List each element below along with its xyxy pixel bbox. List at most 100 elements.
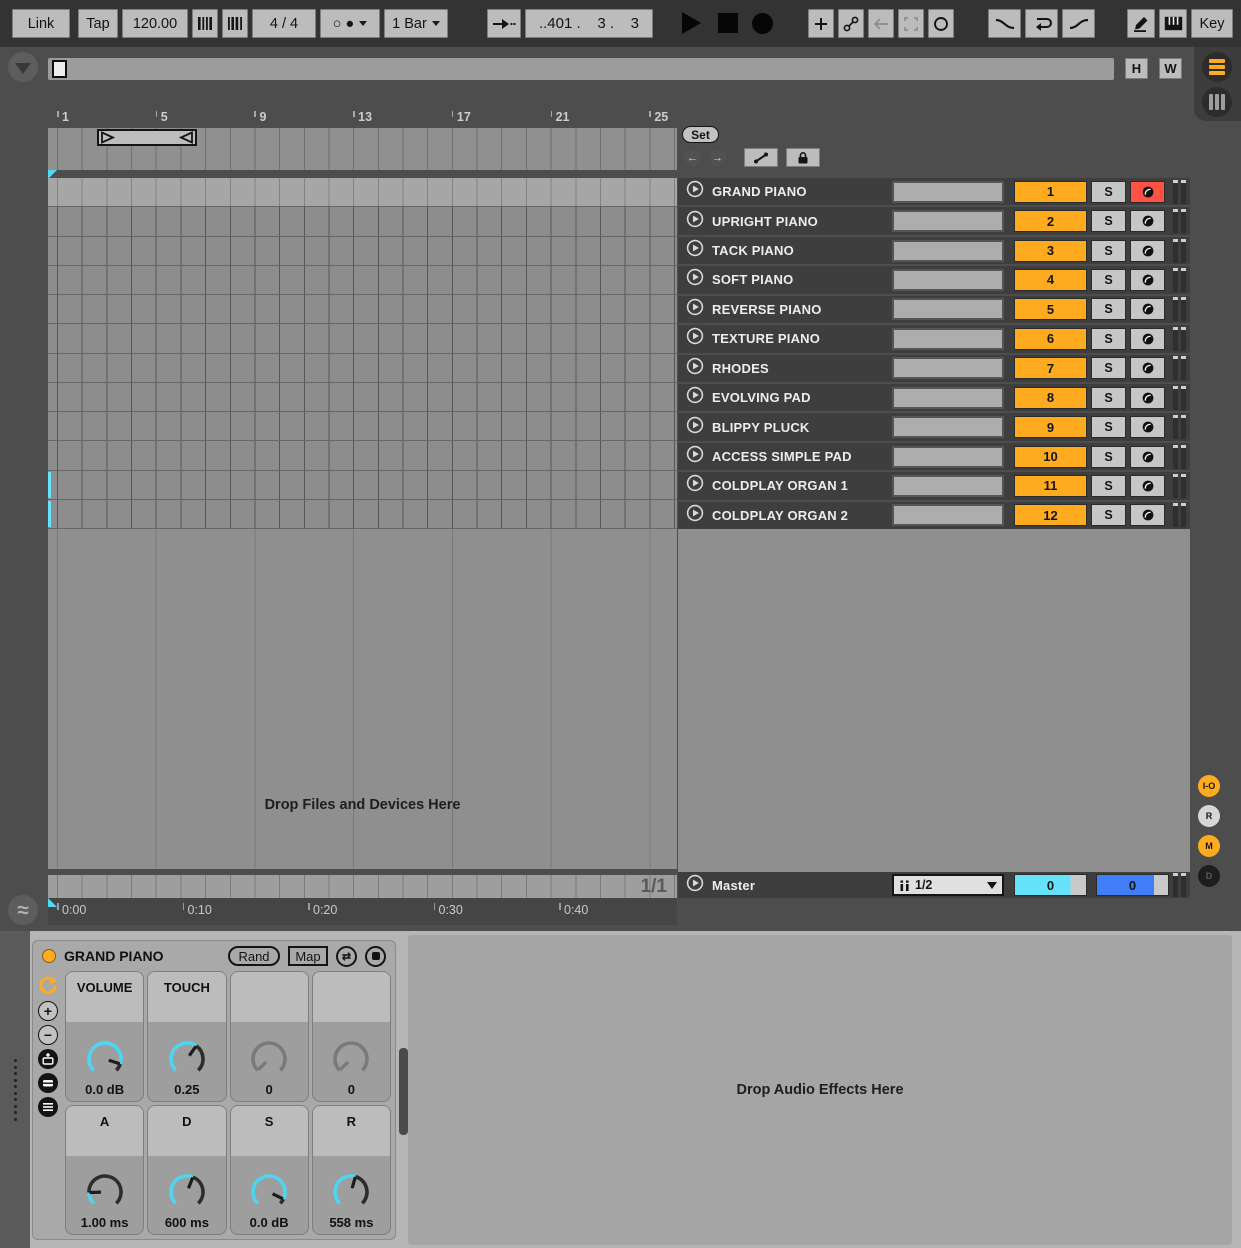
- track-volume-slider[interactable]: [892, 210, 1004, 232]
- track-solo-button[interactable]: S: [1091, 357, 1126, 379]
- track-name-area[interactable]: GRAND PIANO: [678, 178, 888, 205]
- knob-dial-icon[interactable]: [157, 1036, 217, 1082]
- mixer-toggle-d[interactable]: D: [1198, 865, 1220, 887]
- track-headers-empty-area[interactable]: [678, 529, 1190, 872]
- punch-in-button[interactable]: [988, 9, 1021, 38]
- track-header[interactable]: COLDPLAY ORGAN 2 12 S: [678, 502, 1190, 529]
- master-pan-field[interactable]: 0: [1014, 874, 1087, 896]
- arrangement-track-lane[interactable]: [48, 412, 677, 441]
- knob-dial-icon[interactable]: [157, 1169, 217, 1215]
- track-fold-icon[interactable]: [686, 268, 704, 291]
- knob-dial-icon[interactable]: [321, 1036, 381, 1082]
- track-name-area[interactable]: COLDPLAY ORGAN 2: [678, 502, 888, 529]
- arrangement-track-lane[interactable]: [48, 354, 677, 383]
- device-activator-led[interactable]: [42, 949, 56, 963]
- nudge-up-button[interactable]: [222, 9, 248, 38]
- lock-envelopes-button[interactable]: [786, 148, 820, 167]
- track-name-area[interactable]: TACK PIANO: [678, 237, 888, 264]
- nudge-down-button[interactable]: [192, 9, 218, 38]
- track-name-area[interactable]: ACCESS SIMPLE PAD: [678, 443, 888, 470]
- optimize-height-button[interactable]: H: [1125, 58, 1148, 79]
- save-preset-button[interactable]: [365, 946, 386, 967]
- mixer-toggle-r[interactable]: R: [1198, 805, 1220, 827]
- track-activator-button[interactable]: 2: [1014, 210, 1087, 232]
- track-arm-button[interactable]: [1130, 269, 1165, 291]
- scrub-area[interactable]: [48, 128, 677, 170]
- prev-locator-button[interactable]: ←: [684, 149, 701, 166]
- clip-overview-button[interactable]: ≈: [8, 895, 38, 925]
- track-fold-icon[interactable]: [686, 327, 704, 350]
- randomize-button[interactable]: Rand: [228, 946, 280, 966]
- track-volume-slider[interactable]: [892, 387, 1004, 409]
- macro-variations-icon[interactable]: [37, 975, 59, 997]
- track-fold-icon[interactable]: [686, 504, 704, 527]
- track-header[interactable]: EVOLVING PAD 8 S: [678, 384, 1190, 411]
- remove-macro-button[interactable]: −: [38, 1025, 58, 1045]
- macro-knob[interactable]: D 600 ms: [147, 1105, 226, 1236]
- knob-dial-icon[interactable]: [75, 1036, 135, 1082]
- arrangement-track-lane[interactable]: [48, 500, 677, 529]
- track-header[interactable]: REVERSE PIANO 5 S: [678, 296, 1190, 323]
- new-button[interactable]: [808, 9, 834, 38]
- track-activator-button[interactable]: 5: [1014, 298, 1087, 320]
- knob-dial-icon[interactable]: [75, 1169, 135, 1215]
- track-solo-button[interactable]: S: [1091, 475, 1126, 497]
- track-arm-button[interactable]: [1130, 240, 1165, 262]
- macro-knob[interactable]: 0: [312, 971, 391, 1102]
- follow-button[interactable]: [487, 9, 521, 38]
- overwrite-snapshot-button[interactable]: [38, 1073, 58, 1093]
- close-arrangement-overview-button[interactable]: [8, 52, 38, 82]
- track-header[interactable]: TEXTURE PIANO 6 S: [678, 325, 1190, 352]
- track-fold-icon[interactable]: [686, 874, 704, 897]
- clip[interactable]: [48, 472, 51, 498]
- track-activator-button[interactable]: 3: [1014, 240, 1087, 262]
- knob-dial-icon[interactable]: [239, 1036, 299, 1082]
- track-header[interactable]: TACK PIANO 3 S: [678, 237, 1190, 264]
- track-fold-icon[interactable]: [686, 416, 704, 439]
- track-header[interactable]: RHODES 7 S: [678, 355, 1190, 382]
- add-macro-button[interactable]: +: [38, 1001, 58, 1021]
- punch-out-button[interactable]: [1062, 9, 1095, 38]
- track-activator-button[interactable]: 11: [1014, 475, 1087, 497]
- next-locator-button[interactable]: →: [709, 149, 726, 166]
- track-fold-icon[interactable]: [686, 357, 704, 380]
- optimize-width-button[interactable]: W: [1159, 58, 1182, 79]
- track-solo-button[interactable]: S: [1091, 416, 1126, 438]
- track-activator-button[interactable]: 8: [1014, 387, 1087, 409]
- macro-knob[interactable]: TOUCH 0.25: [147, 971, 226, 1102]
- re-enable-automation-button[interactable]: [868, 9, 894, 38]
- track-activator-button[interactable]: 6: [1014, 328, 1087, 350]
- arrangement-position-display[interactable]: ..401 . 3 . 3: [525, 9, 653, 38]
- track-name-area[interactable]: RHODES: [678, 355, 888, 382]
- time-signature-field[interactable]: 4 / 4: [252, 9, 316, 38]
- arrangement-track-lane[interactable]: [48, 441, 677, 470]
- track-arm-button[interactable]: [1130, 475, 1165, 497]
- track-arm-button[interactable]: [1130, 210, 1165, 232]
- track-activator-button[interactable]: 4: [1014, 269, 1087, 291]
- tempo-field[interactable]: 120.00: [122, 9, 188, 38]
- arrangement-track-lane[interactable]: [48, 471, 677, 500]
- track-solo-button[interactable]: S: [1091, 181, 1126, 203]
- track-header[interactable]: GRAND PIANO 1 S: [678, 178, 1190, 205]
- cue-out-selector[interactable]: 1/2: [892, 874, 1004, 896]
- track-activator-button[interactable]: 10: [1014, 446, 1087, 468]
- play-button[interactable]: [682, 12, 701, 34]
- arrangement-track-lane[interactable]: [48, 295, 677, 324]
- beat-time-ruler[interactable]: 15913172125: [48, 108, 677, 128]
- draw-automation-button[interactable]: [744, 148, 778, 167]
- track-arm-button[interactable]: [1130, 387, 1165, 409]
- track-volume-slider[interactable]: [892, 240, 1004, 262]
- arrangement-track-lane[interactable]: [48, 178, 677, 207]
- track-solo-button[interactable]: S: [1091, 298, 1126, 320]
- key-map-button[interactable]: Key: [1191, 9, 1233, 38]
- mixer-toggle-i-o[interactable]: I-O: [1198, 775, 1220, 797]
- macro-knob[interactable]: A 1.00 ms: [65, 1105, 144, 1236]
- track-name-area[interactable]: REVERSE PIANO: [678, 296, 888, 323]
- master-track-header[interactable]: Master 1/2 0 0: [678, 872, 1190, 898]
- track-fold-icon[interactable]: [686, 180, 704, 203]
- knob-dial-icon[interactable]: [321, 1169, 381, 1215]
- track-solo-button[interactable]: S: [1091, 269, 1126, 291]
- track-header[interactable]: SOFT PIANO 4 S: [678, 266, 1190, 293]
- record-button[interactable]: [752, 13, 773, 34]
- track-arm-button[interactable]: [1130, 357, 1165, 379]
